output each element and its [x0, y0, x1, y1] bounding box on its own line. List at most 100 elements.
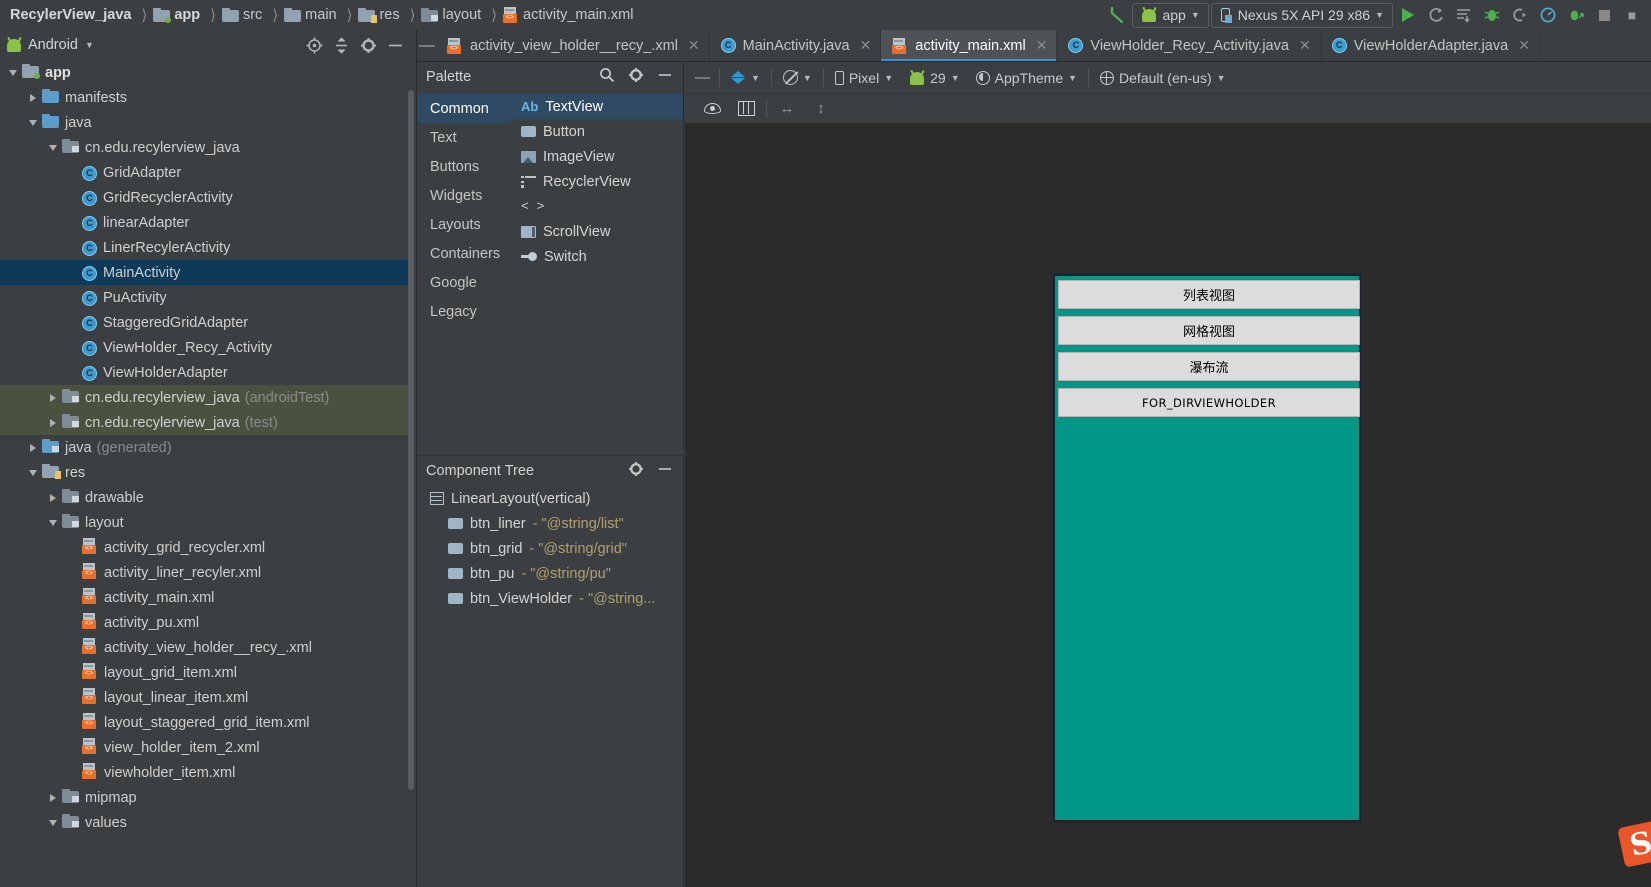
debug-icon[interactable] — [1479, 2, 1505, 28]
palette-category-list[interactable]: Common Text Buttons Widgets Layouts Container… — [418, 92, 511, 450]
run-icon[interactable] — [1395, 2, 1421, 28]
tree-node-values[interactable]: values — [0, 810, 409, 835]
tree-node-layout_grid_item.xml[interactable]: <> layout_grid_item.xml — [0, 660, 409, 685]
tree-node-layout_staggered_grid_item.xml[interactable]: <> layout_staggered_grid_item.xml — [0, 710, 409, 735]
component-tree-rows[interactable]: LinearLayout(vertical) btn_liner - "@strin… — [418, 486, 683, 611]
profiler-icon[interactable] — [1535, 2, 1561, 28]
collapse-arrow-icon[interactable] — [26, 119, 39, 126]
vertical-guideline-icon[interactable]: ↕ — [804, 96, 838, 122]
tree-node-app[interactable]: app — [0, 60, 409, 85]
collapse-arrow-icon[interactable] — [46, 819, 59, 826]
editor-tab-activity_view_holder__recy_.xml[interactable]: <> activity_view_holder__recy_.xml ✕ — [436, 30, 710, 61]
breadcrumb-item-res[interactable]: res — [356, 0, 405, 30]
orientation-selector[interactable]: ▼ — [775, 65, 820, 91]
palette-item-recyclerview[interactable]: RecyclerView — [511, 169, 683, 194]
close-icon[interactable]: ✕ — [1299, 37, 1311, 54]
api-level-selector[interactable]: 29 ▼ — [901, 65, 968, 91]
show-decorations-eye-icon[interactable] — [695, 96, 729, 122]
editor-tab-viewholderadapter.java[interactable]: C ViewHolderAdapter.java ✕ — [1321, 30, 1540, 61]
preview-button-3[interactable]: FOR_DIRVIEWHOLDER — [1058, 388, 1360, 417]
project-tree-scrollbar[interactable] — [407, 90, 415, 830]
collapse-all-icon[interactable] — [332, 36, 350, 54]
tree-node-activity_view_holder__recy_.xml[interactable]: <> activity_view_holder__recy_.xml — [0, 635, 409, 660]
palette-item-imageview[interactable]: ImageView — [511, 144, 683, 169]
editor-tab-mainactivity.java[interactable]: C MainActivity.java ✕ — [710, 30, 882, 61]
palette-item-list[interactable]: Ab TextView Button ImageView RecyclerView < >… — [511, 92, 683, 450]
settings-gear-icon[interactable] — [359, 36, 377, 54]
tree-node-activity_grid_recycler.xml[interactable]: <> activity_grid_recycler.xml — [0, 535, 409, 560]
horizontal-guideline-icon[interactable]: ↔ — [770, 96, 804, 122]
tree-node-view_holder_item_2.xml[interactable]: <> view_holder_item_2.xml — [0, 735, 409, 760]
expand-arrow-icon[interactable] — [46, 493, 59, 502]
breadcrumb-item-project[interactable]: RecylerView_java — [4, 0, 137, 30]
close-icon[interactable]: ✕ — [1036, 37, 1048, 54]
tree-node-mipmap[interactable]: mipmap — [0, 785, 409, 810]
component-tree-row-linearlayoutvertical[interactable]: LinearLayout(vertical) — [424, 486, 683, 511]
tree-node-cn.edu.recylerview_java[interactable]: cn.edu.recylerview_java (test) — [0, 410, 409, 435]
palette-item-fragment[interactable]: < > — [511, 194, 683, 219]
minimize-icon[interactable] — [386, 36, 404, 54]
collapse-arrow-icon[interactable] — [26, 469, 39, 476]
tree-node-activity_pu.xml[interactable]: <> activity_pu.xml — [0, 610, 409, 635]
component-tree-row-btn_grid[interactable]: btn_grid - "@string/grid" — [424, 536, 683, 561]
tree-node-mainactivity[interactable]: C MainActivity — [0, 260, 409, 285]
palette-category-text[interactable]: Text — [418, 123, 511, 152]
palette-category-widgets[interactable]: Widgets — [418, 181, 511, 210]
palette-item-switch[interactable]: Switch — [511, 244, 683, 269]
close-icon[interactable]: ✕ — [688, 37, 700, 54]
tree-node-cn.edu.recylerview_java[interactable]: cn.edu.recylerview_java (androidTest) — [0, 385, 409, 410]
palette-category-common[interactable]: Common — [418, 94, 511, 123]
expand-arrow-icon[interactable] — [46, 418, 59, 427]
tree-node-activity_liner_recyler.xml[interactable]: <> activity_liner_recyler.xml — [0, 560, 409, 585]
tree-node-linerrecyleractivity[interactable]: C LinerRecylerActivity — [0, 235, 409, 260]
tree-node-puactivity[interactable]: C PuActivity — [0, 285, 409, 310]
back-arrow-icon[interactable] — [1104, 2, 1130, 28]
chevron-down-icon[interactable]: ▼ — [85, 40, 94, 50]
component-tree-minimize-icon[interactable] — [657, 461, 673, 481]
tree-node-java[interactable]: java (generated) — [0, 435, 409, 460]
palette-category-legacy[interactable]: Legacy — [418, 297, 511, 326]
expand-arrow-icon[interactable] — [46, 793, 59, 802]
device-preview[interactable]: 列表视图 网格视图 瀑布流 FOR_DIRVIEWHOLDER — [1053, 274, 1361, 822]
tree-node-viewholder_item.xml[interactable]: <> viewholder_item.xml — [0, 760, 409, 785]
breadcrumb-item-src[interactable]: src — [220, 0, 268, 30]
locate-icon[interactable] — [305, 36, 323, 54]
run-configuration-selector[interactable]: app ▼ — [1132, 2, 1209, 28]
tree-node-res[interactable]: res — [0, 460, 409, 485]
collapse-arrow-icon[interactable] — [46, 144, 59, 151]
palette-category-containers[interactable]: Containers — [418, 239, 511, 268]
tree-node-drawable[interactable]: drawable — [0, 485, 409, 510]
attach-debugger-icon[interactable] — [1507, 2, 1533, 28]
breadcrumb-item-file[interactable]: <> activity_main.xml — [501, 0, 639, 30]
tree-node-manifests[interactable]: manifests — [0, 85, 409, 110]
component-tree-settings-gear-icon[interactable] — [628, 461, 644, 481]
locale-selector[interactable]: Default (en-us) ▼ — [1092, 65, 1234, 91]
tree-node-cn.edu.recylerview_java[interactable]: cn.edu.recylerview_java — [0, 135, 409, 160]
preview-button-2[interactable]: 瀑布流 — [1058, 352, 1360, 381]
palette-item-textview[interactable]: Ab TextView — [511, 94, 683, 119]
project-tree[interactable]: app manifests java cn.edu.recylerview_java C… — [0, 60, 409, 887]
tabs-minimize-icon[interactable]: — — [418, 30, 436, 61]
tree-node-activity_main.xml[interactable]: <> activity_main.xml — [0, 585, 409, 610]
collapse-arrow-icon[interactable] — [46, 519, 59, 526]
palette-item-button[interactable]: Button — [511, 119, 683, 144]
palette-category-layouts[interactable]: Layouts — [418, 210, 511, 239]
more-icon[interactable]: ■ — [1619, 2, 1645, 28]
tree-node-linearadapter[interactable]: ClinearAdapter — [0, 210, 409, 235]
component-tree-row-btn_liner[interactable]: btn_liner - "@string/list" — [424, 511, 683, 536]
editor-minimize-icon[interactable]: — — [689, 65, 716, 91]
palette-minimize-icon[interactable] — [657, 67, 673, 87]
blueprint-columns-icon[interactable] — [729, 96, 763, 122]
run-with-coverage-icon[interactable] — [1563, 2, 1589, 28]
tree-node-staggeredgridadapter[interactable]: C StaggeredGridAdapter — [0, 310, 409, 335]
editor-tab-viewholder_recy_activity.java[interactable]: C ViewHolder_Recy_Activity.java ✕ — [1057, 30, 1321, 61]
design-mode-selector[interactable]: ▼ — [723, 65, 768, 91]
component-tree-row-btn_pu[interactable]: btn_pu - "@string/pu" — [424, 561, 683, 586]
expand-arrow-icon[interactable] — [26, 93, 39, 102]
device-type-selector[interactable]: Pixel ▼ — [827, 65, 901, 91]
palette-category-google[interactable]: Google — [418, 268, 511, 297]
preview-button-1[interactable]: 网格视图 — [1058, 316, 1360, 345]
component-tree-row-btn_viewholder[interactable]: btn_ViewHolder - "@string... — [424, 586, 683, 611]
palette-settings-gear-icon[interactable] — [628, 67, 644, 87]
device-selector[interactable]: Nexus 5X API 29 x86 ▼ — [1210, 2, 1393, 28]
